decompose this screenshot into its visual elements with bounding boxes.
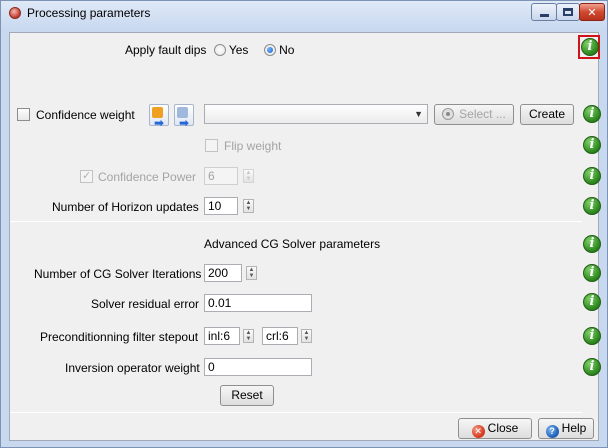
reset-button[interactable]: Reset xyxy=(220,385,274,406)
help-button-label: Help xyxy=(561,421,587,435)
title-bar[interactable]: Processing parameters ✕ xyxy=(1,1,607,25)
select-button-label: Select ... xyxy=(459,107,506,121)
fault-dips-yes-label[interactable]: Yes xyxy=(229,43,249,57)
cg-section-info-icon[interactable]: i xyxy=(583,235,601,253)
fault-dips-no-label[interactable]: No xyxy=(279,43,294,57)
cg-iterations-input[interactable]: 200 xyxy=(204,264,242,282)
load-weight-icon[interactable]: ➡ xyxy=(174,104,194,130)
close-window-button[interactable]: ✕ xyxy=(579,3,605,21)
divider xyxy=(10,221,582,222)
horizon-updates-input[interactable]: 10 xyxy=(204,197,238,215)
inversion-weight-input[interactable]: 0 xyxy=(204,358,312,376)
residual-error-info-icon[interactable]: i xyxy=(583,293,601,311)
confidence-weight-checkbox[interactable] xyxy=(17,108,30,121)
close-button-label: Close xyxy=(487,421,519,435)
fault-dips-no-radio[interactable] xyxy=(263,44,276,56)
confidence-weight-label: Confidence weight xyxy=(36,108,135,122)
horizon-updates-label: Number of Horizon updates xyxy=(52,200,199,214)
processing-parameters-window: Processing parameters ✕ Apply fault dips… xyxy=(0,0,608,448)
minimize-icon xyxy=(539,13,549,17)
window-title: Processing parameters xyxy=(27,6,151,20)
reset-button-label: Reset xyxy=(231,388,263,402)
confidence-weight-combo[interactable]: ▼ xyxy=(204,104,428,124)
residual-error-label: Solver residual error xyxy=(91,297,200,311)
help-button[interactable]: ? Help xyxy=(538,418,594,439)
close-icon: ✕ xyxy=(587,6,597,19)
chevron-down-icon: ▼ xyxy=(414,109,423,119)
maximize-icon xyxy=(563,8,573,16)
fault-dips-yes-radio[interactable] xyxy=(213,44,226,56)
fault-dips-info-icon[interactable]: i xyxy=(581,38,599,56)
inline-stepout-stepper[interactable]: ▲ ▼ xyxy=(243,329,254,343)
minimize-button[interactable] xyxy=(531,3,557,21)
confidence-power-checkbox[interactable]: ✓ xyxy=(80,170,93,183)
cg-iterations-stepper[interactable]: ▲ ▼ xyxy=(246,266,257,280)
create-button-label: Create xyxy=(528,107,566,121)
select-button[interactable]: Select ... xyxy=(434,104,514,125)
residual-error-input[interactable]: 0.01 xyxy=(204,294,312,312)
horizon-updates-stepper[interactable]: ▲ ▼ xyxy=(243,199,254,213)
app-icon xyxy=(9,7,21,19)
inline-stepout-input[interactable]: inl:6 xyxy=(204,327,240,345)
confidence-power-info-icon[interactable]: i xyxy=(583,167,601,185)
select-icon xyxy=(442,108,455,120)
help-icon: ? xyxy=(545,425,559,438)
create-button[interactable]: Create xyxy=(520,104,574,125)
dialog-body: Apply fault dips Yes No i Confidence wei… xyxy=(9,32,601,441)
close-button[interactable]: ✕ Close xyxy=(458,418,532,439)
filter-stepout-info-icon[interactable]: i xyxy=(583,327,601,345)
flip-weight-checkbox[interactable] xyxy=(205,139,218,152)
confidence-power-label: Confidence Power xyxy=(98,170,197,184)
fault-dips-label: Apply fault dips xyxy=(125,43,207,57)
inversion-weight-info-icon[interactable]: i xyxy=(583,358,601,376)
cg-section-title: Advanced CG Solver parameters xyxy=(204,237,381,251)
inversion-weight-label: Inversion operator weight xyxy=(65,361,200,375)
flip-weight-info-icon[interactable]: i xyxy=(583,136,601,154)
flip-weight-label: Flip weight xyxy=(224,139,282,153)
filter-stepout-label: Preconditionning filter stepout xyxy=(40,330,199,344)
footer-divider xyxy=(10,412,582,413)
confidence-power-input[interactable]: 6 xyxy=(204,167,238,185)
confidence-power-stepper[interactable]: ▲ ▼ xyxy=(243,169,254,183)
cg-iterations-label: Number of CG Solver Iterations xyxy=(34,267,202,281)
maximize-button[interactable] xyxy=(556,3,580,21)
confidence-weight-info-icon[interactable]: i xyxy=(583,105,601,123)
horizon-updates-info-icon[interactable]: i xyxy=(583,197,601,215)
crossline-stepout-stepper[interactable]: ▲ ▼ xyxy=(301,329,312,343)
crossline-stepout-input[interactable]: crl:6 xyxy=(262,327,298,345)
close-circle-icon: ✕ xyxy=(471,425,485,438)
cg-iterations-info-icon[interactable]: i xyxy=(583,264,601,282)
fault-dips-row: Apply fault dips Yes No xyxy=(125,43,294,57)
import-weight-icon[interactable]: ➡ xyxy=(149,104,169,130)
check-icon: ✓ xyxy=(82,170,92,182)
